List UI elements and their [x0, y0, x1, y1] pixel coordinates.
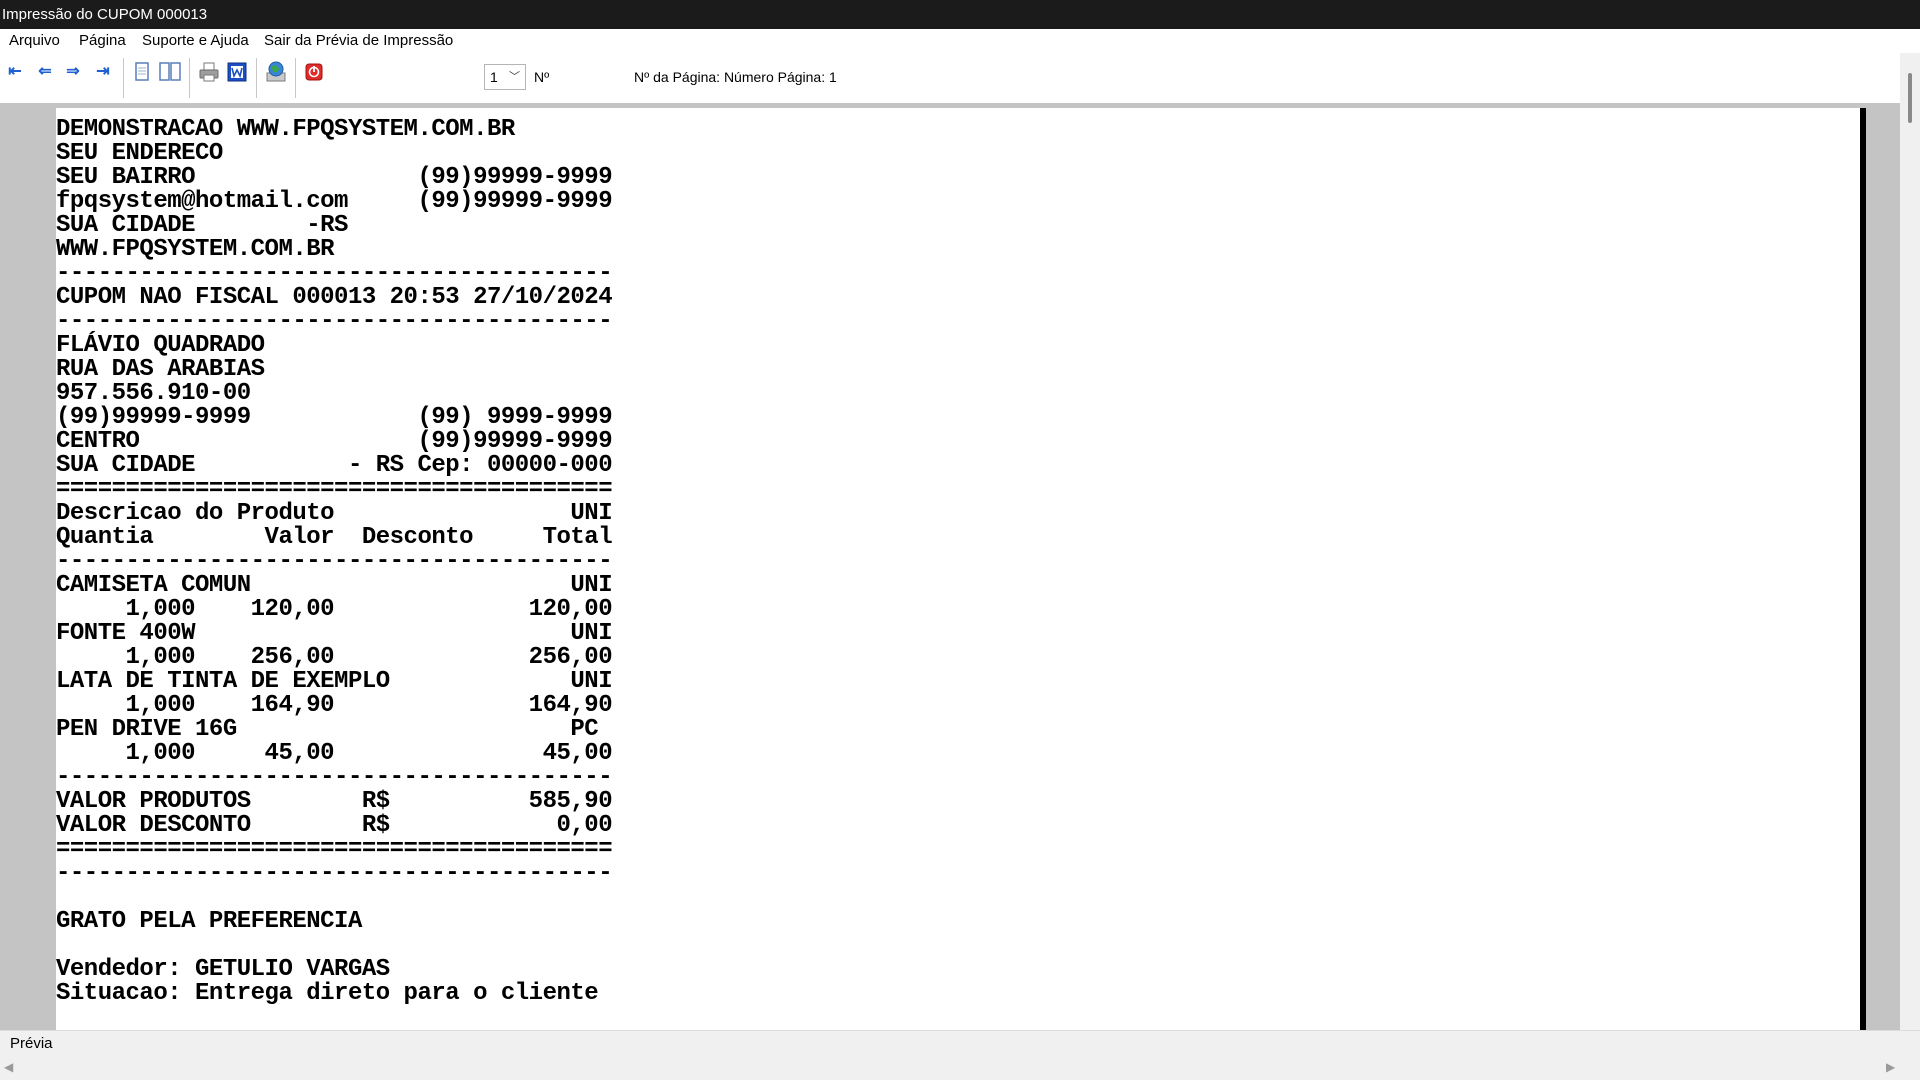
first-page-icon: ⇤ — [8, 63, 22, 80]
chevron-down-icon: ﹀ — [509, 71, 520, 83]
receipt-line: GRATO PELA PREFERENCIA — [56, 908, 362, 935]
receipt-line: (99)99999-9999 (99) 9999-9999 — [56, 404, 613, 431]
receipt-line — [56, 934, 612, 958]
scroll-right-icon[interactable]: ▶ — [1886, 1060, 1895, 1074]
receipt-line: 1,000 256,00 256,00 — [56, 644, 613, 671]
two-pages-icon — [159, 62, 181, 81]
receipt-line: ---------------------------------------- — [56, 260, 613, 287]
receipt-line: VALOR DESCONTO R$ 0,00 — [56, 812, 613, 839]
receipt-line: DEMONSTRACAO WWW.FPQSYSTEM.COM.BR — [56, 116, 515, 143]
toolbar-separator — [295, 58, 296, 98]
close-preview-button[interactable] — [302, 60, 326, 84]
receipt-line — [56, 886, 612, 910]
receipt-line: ---------------------------------------- — [56, 548, 613, 575]
previous-page-icon: ⇐ — [38, 63, 52, 80]
receipt-line: Vendedor: GETULIO VARGAS — [56, 956, 390, 983]
receipt-line: ---------------------------------------- — [56, 308, 613, 335]
receipt-line: FONTE 400W UNI — [56, 620, 613, 647]
next-page-icon: ⇒ — [66, 63, 80, 80]
window-title: Impressão do CUPOM 000013 — [2, 6, 208, 23]
menu-arquivo[interactable]: Arquivo — [8, 29, 61, 53]
word-export-icon — [227, 62, 247, 82]
receipt-line: RUA DAS ARABIAS — [56, 356, 265, 383]
receipt-line: CENTRO (99)99999-9999 — [56, 428, 613, 455]
last-page-button[interactable]: ⇥ — [91, 60, 115, 84]
menu-suporte-ajuda[interactable]: Suporte e Ajuda — [141, 29, 250, 53]
receipt-line: SUA CIDADE - RS Cep: 00000-000 — [56, 452, 613, 479]
receipt-line: WWW.FPQSYSTEM.COM.BR — [56, 236, 335, 263]
receipt-line: 957.556.910-00 — [56, 380, 251, 407]
menu-pagina[interactable]: Página — [78, 29, 127, 53]
print-icon — [199, 62, 219, 82]
receipt-page: DEMONSTRACAO WWW.FPQSYSTEM.COM.BR SEU END… — [56, 108, 1866, 1030]
receipt-line: Descricao do Produto UNI — [56, 500, 613, 527]
single-page-button[interactable] — [130, 60, 154, 84]
last-page-icon: ⇥ — [96, 63, 110, 80]
page-info-label: Nº da Página: Número Página: 1 — [634, 69, 837, 85]
scrollbar-thumb[interactable] — [1908, 73, 1912, 123]
previous-page-button[interactable]: ⇐ — [33, 60, 57, 84]
receipt-line: fpqsystem@hotmail.com (99)99999-9999 — [56, 188, 613, 215]
receipt-line: LATA DE TINTA DE EXEMPLO UNI — [56, 668, 613, 695]
receipt-line: Situacao: Entrega direto para o cliente — [56, 980, 599, 1007]
receipt-line: CUPOM NAO FISCAL 000013 20:53 27/10/2024 — [56, 284, 613, 311]
toolbar: ⇤ ⇐ ⇒ ⇥ 1 ﹀ Nº Nº da Página: Número Pági… — [0, 53, 1900, 103]
word-export-button[interactable] — [225, 60, 249, 84]
toolbar-separator — [123, 58, 124, 98]
print-button[interactable] — [197, 60, 221, 84]
receipt-line: ======================================== — [56, 836, 613, 863]
receipt-line: CAMISETA COMUN UNI — [56, 572, 613, 599]
toolbar-separator — [256, 58, 257, 98]
window-titlebar: Impressão do CUPOM 000013 — [0, 0, 1920, 29]
page-select-value: 1 — [490, 69, 498, 85]
receipt-line: PEN DRIVE 16G PC — [56, 716, 599, 743]
receipt-line: ---------------------------------------- — [56, 764, 613, 791]
scroll-left-icon[interactable]: ◀ — [4, 1060, 13, 1074]
preview-area: DEMONSTRACAO WWW.FPQSYSTEM.COM.BR SEU END… — [0, 103, 1900, 1030]
single-page-icon — [135, 62, 149, 81]
web-export-button[interactable] — [264, 60, 288, 84]
menu-bar: Arquivo Página Suporte e Ajuda Sair da P… — [0, 29, 1920, 53]
receipt-line: 1,000 120,00 120,00 — [56, 596, 613, 623]
receipt-text: DEMONSTRACAO WWW.FPQSYSTEM.COM.BR SEU END… — [56, 116, 613, 1007]
receipt-line: ======================================== — [56, 476, 613, 503]
web-export-icon — [266, 61, 286, 82]
receipt-line: 1,000 45,00 45,00 — [56, 740, 613, 767]
two-pages-button[interactable] — [158, 60, 182, 84]
status-text: Prévia — [10, 1035, 53, 1052]
receipt-line: SEU ENDERECO — [56, 140, 223, 167]
status-bar: Prévia — [0, 1030, 1920, 1056]
receipt-line: ---------------------------------------- — [56, 860, 613, 887]
vertical-scrollbar[interactable] — [1900, 53, 1920, 1055]
receipt-line: FLÁVIO QUADRADO — [56, 332, 265, 359]
close-preview-icon — [305, 63, 323, 81]
receipt-line: 1,000 164,90 164,90 — [56, 692, 613, 719]
horizontal-scrollbar[interactable]: ◀ ▶ — [0, 1058, 1920, 1080]
first-page-button[interactable]: ⇤ — [3, 60, 27, 84]
toolbar-separator — [189, 58, 190, 98]
receipt-line: VALOR PRODUTOS R$ 585,90 — [56, 788, 613, 815]
receipt-line: SUA CIDADE -RS — [56, 212, 348, 239]
next-page-button[interactable]: ⇒ — [61, 60, 85, 84]
receipt-line: SEU BAIRRO (99)99999-9999 — [56, 164, 613, 191]
receipt-line: Quantia Valor Desconto Total — [56, 524, 613, 551]
menu-sair-previa[interactable]: Sair da Prévia de Impressão — [263, 29, 454, 53]
page-number-label: Nº — [534, 69, 550, 85]
page-select[interactable]: 1 ﹀ — [484, 64, 526, 90]
